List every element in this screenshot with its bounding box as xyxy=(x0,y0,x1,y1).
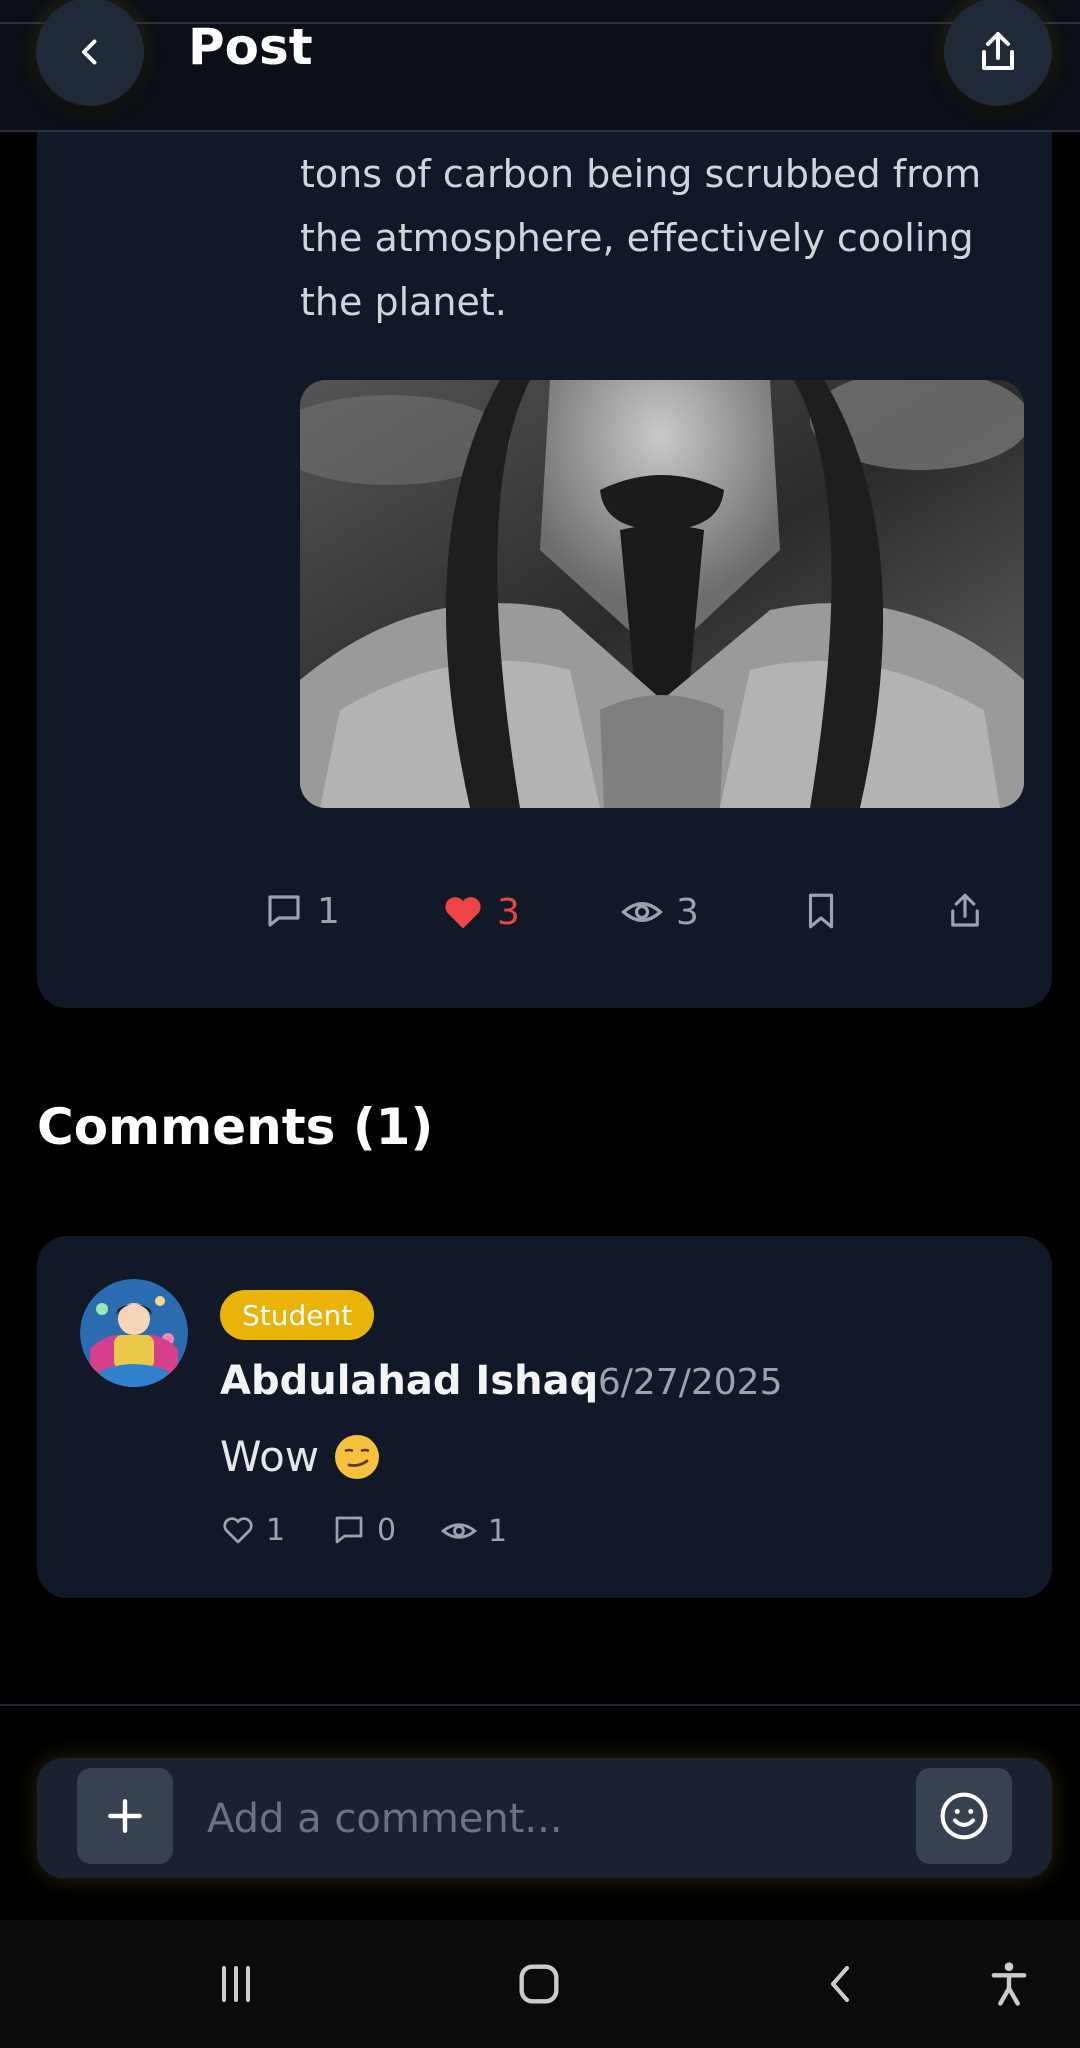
system-back-button[interactable] xyxy=(806,1954,876,2014)
smiley-icon xyxy=(940,1792,988,1840)
comment-input[interactable] xyxy=(205,1768,749,1870)
chevron-left-icon xyxy=(82,39,97,65)
comment-count: 1 xyxy=(317,890,340,932)
emoji-button[interactable] xyxy=(916,1768,1012,1864)
comment-like-count: 1 xyxy=(266,1512,286,1548)
home-icon xyxy=(519,1964,559,2004)
heart-filled-icon xyxy=(445,897,481,929)
composer-divider xyxy=(0,1704,1080,1706)
role-badge: Student xyxy=(220,1290,375,1340)
heart-icon xyxy=(223,1517,253,1544)
comment-reply-action[interactable]: 0 xyxy=(331,1512,396,1548)
comment-author[interactable]: Abdulahad Ishaq xyxy=(220,1358,598,1404)
status-divider xyxy=(0,22,1080,24)
post-share-button[interactable] xyxy=(944,890,986,932)
back-button[interactable] xyxy=(36,0,144,106)
comment-icon xyxy=(268,895,300,927)
add-attachment-button[interactable] xyxy=(77,1768,173,1864)
like-count: 3 xyxy=(497,891,520,933)
smirk-emoji-icon xyxy=(335,1434,380,1479)
comment-composer xyxy=(37,1758,1052,1878)
post-like-action[interactable]: 3 xyxy=(441,890,520,934)
eye-icon xyxy=(621,902,663,922)
plus-icon xyxy=(108,1799,142,1833)
comment-date: · 6/27/2025 xyxy=(575,1362,783,1403)
post-comments-action[interactable]: 1 xyxy=(263,890,340,932)
top-app-bar: Post xyxy=(0,0,1080,132)
accessibility-icon xyxy=(991,1962,1027,2006)
comment-actions: 1 0 1 xyxy=(37,1512,1052,1556)
page-title: Post xyxy=(188,18,313,76)
view-count: 3 xyxy=(676,891,699,933)
eye-icon xyxy=(440,1523,478,1539)
comments-heading: Comments (1) xyxy=(37,1098,434,1156)
share-icon xyxy=(951,893,979,927)
system-navigation-bar xyxy=(0,1920,1080,2048)
comment-body: Wow xyxy=(220,1432,320,1481)
bookmark-icon xyxy=(808,893,834,929)
avatar[interactable] xyxy=(80,1279,188,1387)
comment-icon xyxy=(335,1516,363,1544)
share-button[interactable] xyxy=(944,0,1052,106)
post-views-action: 3 xyxy=(620,890,699,934)
bookmark-button[interactable] xyxy=(800,890,842,932)
comment-like-action[interactable]: 1 xyxy=(220,1512,285,1548)
share-icon xyxy=(982,32,1014,70)
home-button[interactable] xyxy=(504,1954,574,2014)
chevron-left-icon xyxy=(831,1966,849,2002)
recents-icon xyxy=(222,1966,250,2002)
comment-view-count: 1 xyxy=(488,1513,508,1549)
recents-button[interactable] xyxy=(201,1954,271,2014)
comment-text: Wow xyxy=(220,1432,381,1481)
accessibility-button[interactable] xyxy=(974,1954,1044,2014)
comment-card: Student Abdulahad Ishaq · 6/27/2025 Wow … xyxy=(37,1236,1052,1598)
comment-views: 1 xyxy=(440,1512,507,1550)
post-actions: 1 3 3 xyxy=(0,890,1080,950)
post-card: resulted in approximately 700 million to… xyxy=(37,0,1052,1008)
comment-reply-count: 0 xyxy=(377,1512,397,1548)
post-image[interactable] xyxy=(300,380,1024,808)
